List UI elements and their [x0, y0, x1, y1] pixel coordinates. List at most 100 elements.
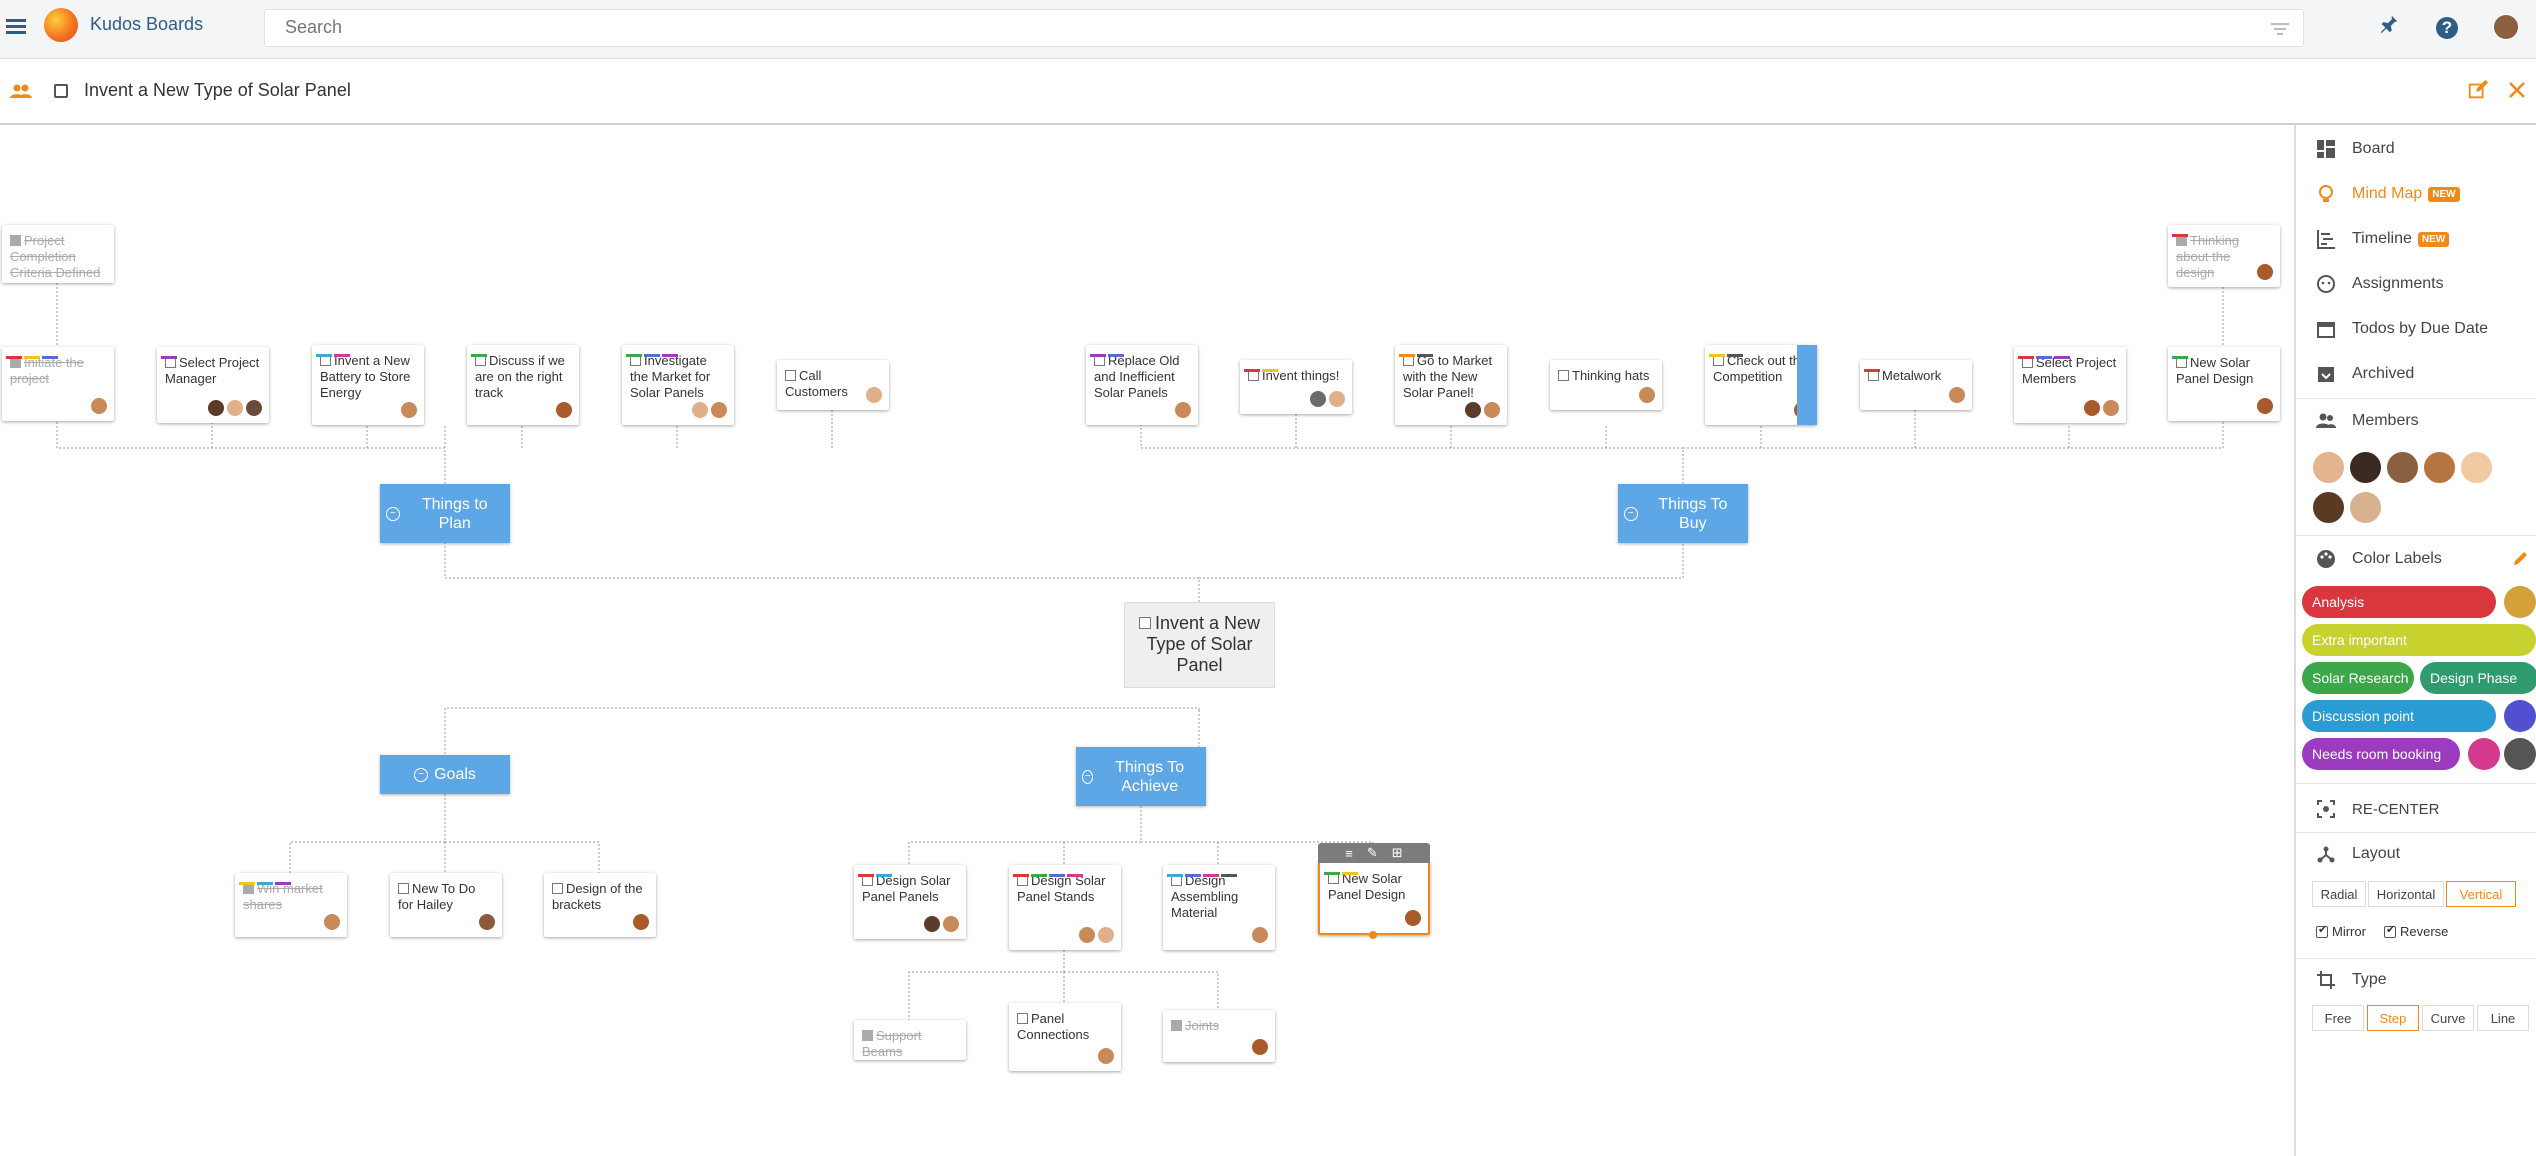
view-timeline[interactable]: Timeline NEW	[2316, 225, 2450, 253]
mindmap-card[interactable]: Support Beams	[854, 1020, 966, 1060]
mindmap-card[interactable]: Thinking about the design	[2168, 225, 2280, 287]
collapse-icon[interactable]: −	[414, 767, 429, 782]
mirror-checkbox[interactable]: ✔	[2316, 924, 2328, 938]
assignee-avatar[interactable]	[1483, 401, 1501, 419]
search-input[interactable]	[265, 10, 2205, 44]
view-board[interactable]: Board	[2316, 135, 2395, 163]
member-avatar[interactable]	[2312, 491, 2345, 524]
layout-option-radial[interactable]: Radial	[2312, 881, 2366, 907]
edit-card-icon[interactable]: ✎	[1367, 845, 1378, 861]
member-avatar[interactable]	[2460, 451, 2493, 484]
assignee-avatar[interactable]	[923, 915, 941, 933]
type-option-step[interactable]: Step	[2367, 1005, 2419, 1031]
assignee-avatar[interactable]	[555, 401, 573, 419]
card-checkbox[interactable]	[862, 1030, 873, 1041]
assignee-avatar[interactable]	[478, 913, 496, 931]
assignee-avatar[interactable]	[400, 401, 418, 419]
drag-handle[interactable]	[1369, 931, 1377, 939]
color-label-pill[interactable]: Discussion point	[2302, 700, 2496, 732]
assignee-avatar[interactable]	[2083, 399, 2101, 417]
mindmap-card[interactable]: Call Customers	[777, 360, 889, 410]
hub-node[interactable]: − Things To Buy	[1618, 484, 1748, 543]
collapse-icon[interactable]: −	[386, 506, 400, 521]
member-avatar[interactable]	[2386, 451, 2419, 484]
assignee-avatar[interactable]	[1251, 1038, 1269, 1056]
reverse-option[interactable]: ✔ Reverse	[2384, 924, 2448, 939]
color-label-swatch[interactable]	[2504, 738, 2536, 770]
card-checkbox[interactable]	[1017, 1013, 1028, 1024]
mindmap-card[interactable]: Select Project Manager	[157, 347, 269, 423]
layout-option-vertical[interactable]: Vertical	[2446, 881, 2516, 907]
assignee-avatar[interactable]	[710, 401, 728, 419]
bookmark-tab[interactable]	[1797, 345, 1817, 425]
mindmap-card[interactable]: New Solar Panel Design	[2168, 347, 2280, 421]
mindmap-card[interactable]: New To Do for Hailey	[390, 873, 502, 937]
add-subtask-icon[interactable]: ≡	[1345, 846, 1353, 861]
card-checkbox[interactable]	[10, 235, 21, 246]
color-label-pill[interactable]: Extra important	[2302, 624, 2536, 656]
board-complete-checkbox[interactable]	[54, 84, 68, 98]
view-assignments[interactable]: Assignments	[2316, 270, 2444, 298]
mindmap-canvas[interactable]: Invent a New Type of Solar Panel − Things …	[0, 125, 2294, 1156]
color-label-pill[interactable]: Needs room booking	[2302, 738, 2460, 770]
assignee-avatar[interactable]	[2256, 263, 2274, 281]
assignee-avatar[interactable]	[1097, 926, 1115, 944]
assignee-avatar[interactable]	[632, 913, 650, 931]
mindmap-card[interactable]: New Solar Panel Design	[1318, 861, 1430, 935]
layout-option-horizontal[interactable]: Horizontal	[2368, 881, 2444, 907]
card-checkbox[interactable]	[1558, 370, 1569, 381]
mindmap-card[interactable]: Discuss if we are on the right track	[467, 345, 579, 425]
mindmap-card[interactable]: Metalwork	[1860, 360, 1972, 410]
member-avatar[interactable]	[2349, 451, 2382, 484]
member-avatar[interactable]	[2423, 451, 2456, 484]
type-option-free[interactable]: Free	[2312, 1005, 2364, 1031]
mindmap-card[interactable]: Select Project Members	[2014, 347, 2126, 423]
view-archived[interactable]: Archived	[2316, 360, 2414, 388]
members-section[interactable]: Members	[2316, 407, 2419, 435]
assignee-avatar[interactable]	[1309, 390, 1327, 408]
assignee-avatar[interactable]	[942, 915, 960, 933]
mindmap-card[interactable]: Thinking hats	[1550, 360, 1662, 410]
assignee-avatar[interactable]	[1174, 401, 1192, 419]
mindmap-card[interactable]: Design Solar Panel Panels	[854, 865, 966, 939]
reverse-checkbox[interactable]: ✔	[2384, 924, 2396, 938]
assignee-avatar[interactable]	[323, 913, 341, 931]
collapse-icon[interactable]: −	[1624, 506, 1638, 521]
assignee-avatar[interactable]	[226, 399, 244, 417]
mirror-option[interactable]: ✔ Mirror	[2316, 924, 2366, 939]
mindmap-card[interactable]: Joints	[1163, 1010, 1275, 1062]
help-icon[interactable]: ?	[2436, 17, 2458, 39]
mindmap-card[interactable]: Win market shares	[235, 873, 347, 937]
pin-icon[interactable]	[2374, 13, 2404, 43]
root-node[interactable]: Invent a New Type of Solar Panel	[1124, 602, 1275, 688]
mindmap-card[interactable]: Invent a New Battery to Store Energy	[312, 345, 424, 425]
color-label-pill[interactable]: Design Phase	[2420, 662, 2536, 694]
type-option-curve[interactable]: Curve	[2422, 1005, 2474, 1031]
root-checkbox[interactable]	[1138, 617, 1151, 629]
assignee-avatar[interactable]	[1638, 386, 1656, 404]
filter-icon[interactable]	[2271, 20, 2289, 36]
assignee-avatar[interactable]	[1078, 926, 1096, 944]
assignee-avatar[interactable]	[1464, 401, 1482, 419]
mindmap-card[interactable]: Panel Connections	[1009, 1003, 1121, 1071]
view-mind-map[interactable]: Mind Map NEW	[2316, 180, 2460, 208]
close-icon[interactable]	[2508, 81, 2526, 104]
members-icon[interactable]	[10, 84, 32, 98]
color-label-swatch[interactable]	[2504, 586, 2536, 618]
member-avatar[interactable]	[2349, 491, 2382, 524]
view-todos-by-due-date[interactable]: Todos by Due Date	[2316, 315, 2488, 343]
assignee-avatar[interactable]	[245, 399, 263, 417]
assignee-avatar[interactable]	[2102, 399, 2120, 417]
color-label-pill[interactable]: Solar Research	[2302, 662, 2414, 694]
assignee-avatar[interactable]	[1404, 909, 1422, 927]
mindmap-card[interactable]: Design of the brackets	[544, 873, 656, 937]
type-option-line[interactable]: Line	[2477, 1005, 2529, 1031]
assignee-avatar[interactable]	[2256, 397, 2274, 415]
color-label-swatch[interactable]	[2504, 700, 2536, 732]
hub-node[interactable]: − Things to Plan	[380, 484, 510, 543]
card-checkbox[interactable]	[398, 883, 409, 894]
mindmap-card[interactable]: Replace Old and Inefficient Solar Panels	[1086, 345, 1198, 425]
color-label-pill[interactable]: Analysis	[2302, 586, 2496, 618]
hub-node[interactable]: − Things To Achieve	[1076, 747, 1206, 806]
assignee-avatar[interactable]	[90, 397, 108, 415]
